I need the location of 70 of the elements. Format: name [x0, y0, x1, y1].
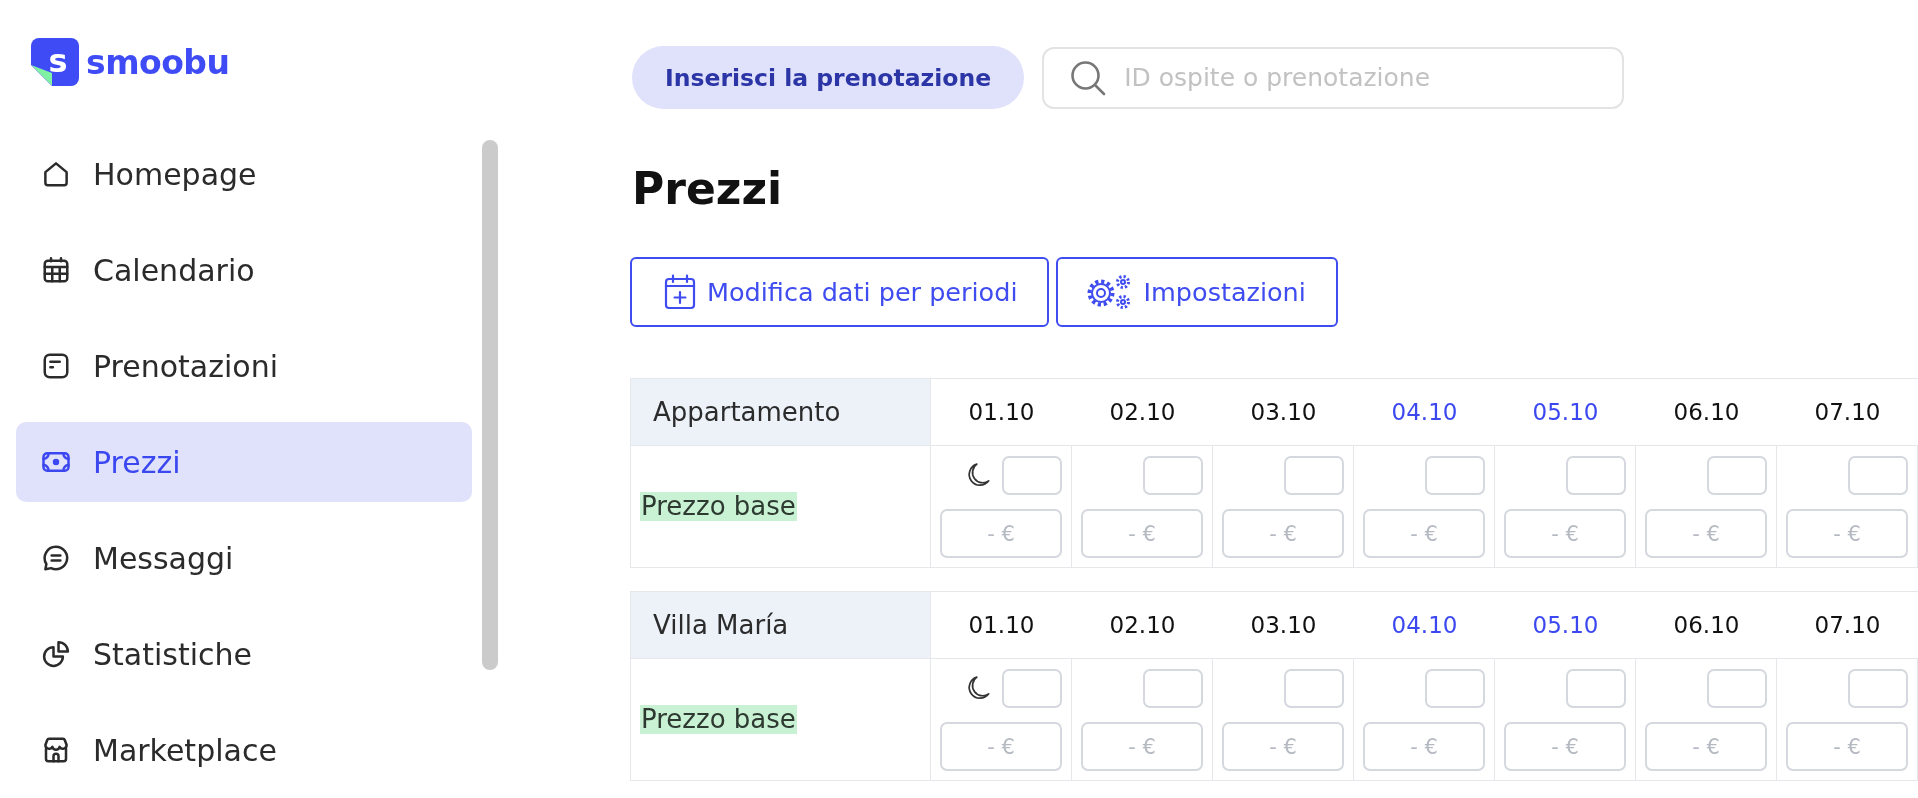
calendar-plus-icon — [664, 274, 696, 310]
date-header: 02.10 — [1072, 592, 1213, 659]
gears-icon — [1086, 274, 1133, 310]
short-input-field[interactable] — [1707, 669, 1767, 708]
sidebar-item[interactable]: Messaggi — [16, 518, 472, 598]
date-header: 04.10 — [1354, 379, 1495, 446]
price-field[interactable]: - € — [1645, 722, 1767, 771]
date-header: 05.10 — [1495, 379, 1636, 446]
sidebar-item[interactable]: Calendario — [16, 230, 472, 310]
sidebar-item[interactable]: Homepage — [16, 134, 472, 214]
short-input-field[interactable] — [1002, 669, 1062, 708]
date-header: 07.10 — [1777, 592, 1918, 659]
action-button[interactable]: Impostazioni — [1056, 257, 1338, 327]
pie-chart-icon — [41, 639, 71, 669]
sidebar-item[interactable]: Prezzi — [16, 422, 472, 502]
date-header: 03.10 — [1213, 379, 1354, 446]
short-input-field[interactable] — [1707, 456, 1767, 495]
short-input-field[interactable] — [1566, 456, 1626, 495]
date-header: 06.10 — [1636, 592, 1777, 659]
sidebar-item[interactable]: Prenotazioni — [16, 326, 472, 406]
price-field[interactable]: - € — [1222, 509, 1344, 558]
logo-text: smoobu — [86, 45, 230, 79]
price-field[interactable]: - € — [1081, 509, 1203, 558]
short-input-field[interactable] — [1848, 456, 1908, 495]
rate-label: Prezzo base — [640, 704, 797, 735]
search-icon — [1070, 59, 1107, 96]
short-input-field[interactable] — [1566, 669, 1626, 708]
sidebar-item[interactable]: Marketplace — [16, 710, 472, 790]
logo-mark: s — [31, 38, 79, 86]
property-name: Appartamento — [631, 379, 931, 446]
property-name: Villa María — [631, 592, 931, 659]
date-header: 02.10 — [1072, 379, 1213, 446]
price-field[interactable]: - € — [1081, 722, 1203, 771]
short-input-field[interactable] — [1284, 456, 1344, 495]
store-icon — [41, 735, 71, 765]
search-field[interactable]: ID ospite o prenotazione — [1042, 46, 1625, 109]
home-icon — [41, 159, 71, 189]
price-field[interactable]: - € — [940, 509, 1062, 558]
price-field[interactable]: - € — [1222, 722, 1344, 771]
date-header: 01.10 — [931, 592, 1072, 659]
short-input-field[interactable] — [1143, 456, 1203, 495]
date-header: 03.10 — [1213, 592, 1354, 659]
add-booking-button[interactable]: Inserisci la prenotazione — [632, 46, 1025, 109]
action-button[interactable]: Modifica dati per periodi — [630, 257, 1050, 327]
short-input-field[interactable] — [1848, 669, 1908, 708]
scrollbar-thumb[interactable] — [482, 140, 498, 670]
short-input-field[interactable] — [1284, 669, 1344, 708]
date-header: 04.10 — [1354, 592, 1495, 659]
page-title: Prezzi — [632, 162, 783, 216]
date-header: 05.10 — [1495, 592, 1636, 659]
date-header: 01.10 — [931, 379, 1072, 446]
short-input-field[interactable] — [1143, 669, 1203, 708]
price-field[interactable]: - € — [1786, 722, 1908, 771]
short-input-field[interactable] — [1425, 669, 1485, 708]
price-field[interactable]: - € — [1363, 722, 1485, 771]
price-field[interactable]: - € — [940, 722, 1062, 771]
document-icon — [41, 351, 71, 381]
short-input-field[interactable] — [1002, 456, 1062, 495]
short-input-field[interactable] — [1425, 456, 1485, 495]
rate-label: Prezzo base — [640, 491, 797, 522]
date-header: 06.10 — [1636, 379, 1777, 446]
price-field[interactable]: - € — [1786, 509, 1908, 558]
price-field[interactable]: - € — [1645, 509, 1767, 558]
price-field[interactable]: - € — [1504, 509, 1626, 558]
sidebar-item[interactable]: Statistiche — [16, 614, 472, 694]
calendar-icon — [41, 255, 71, 285]
price-field[interactable]: - € — [1504, 722, 1626, 771]
price-field[interactable]: - € — [1363, 509, 1485, 558]
chat-icon — [41, 543, 71, 573]
date-header: 07.10 — [1777, 379, 1918, 446]
